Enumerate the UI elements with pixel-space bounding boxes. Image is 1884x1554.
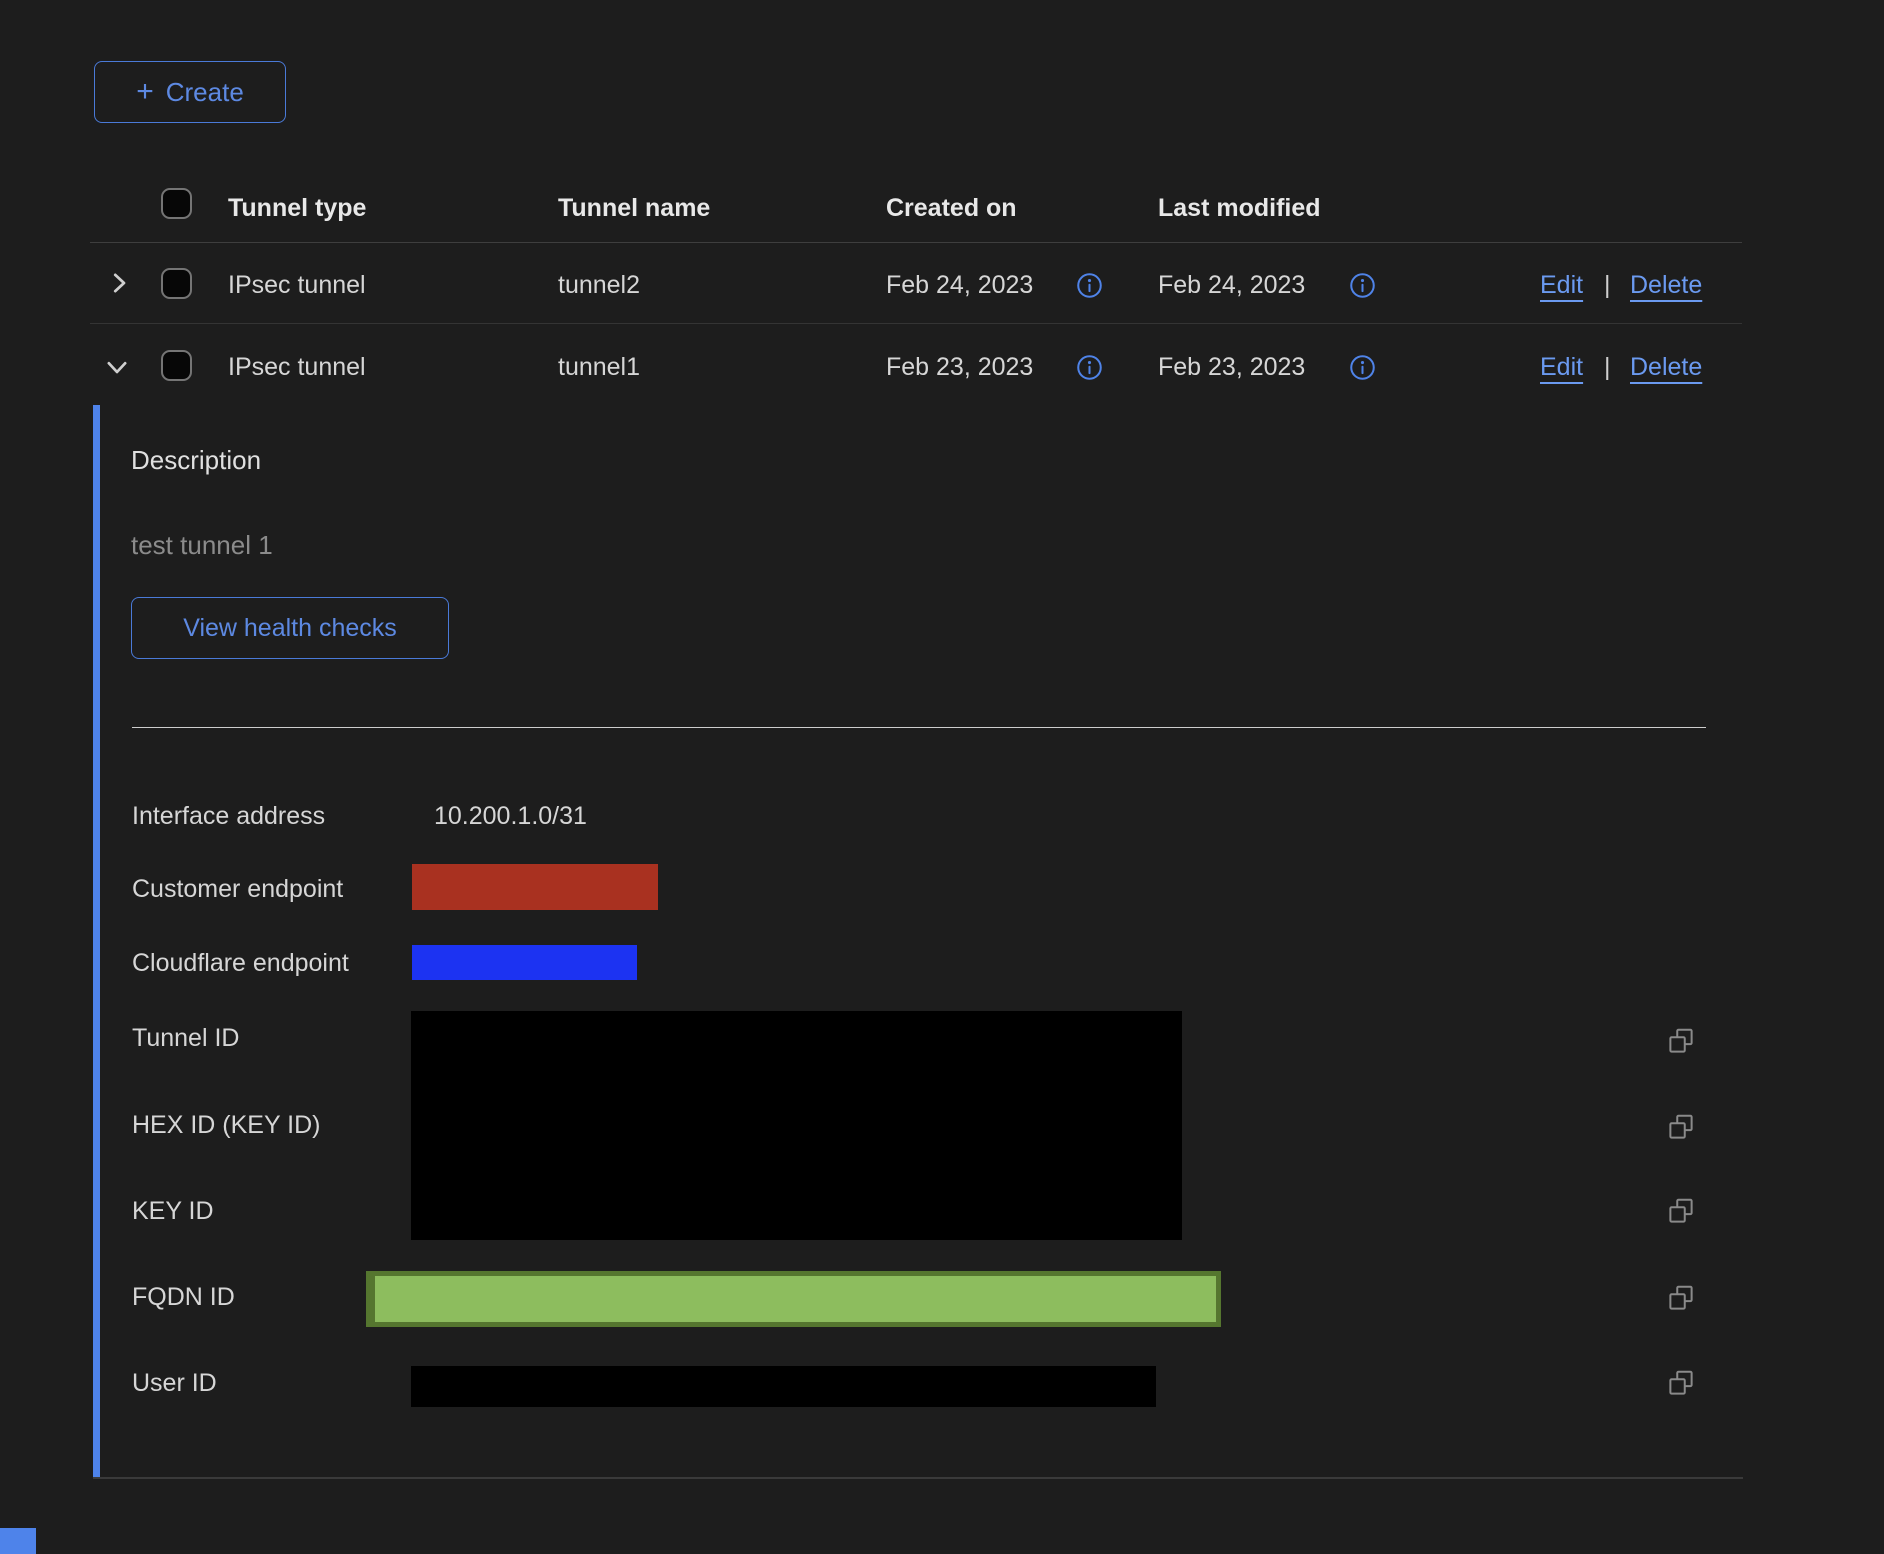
cloudflare-endpoint-label: Cloudflare endpoint [132,948,349,978]
detail-divider [132,727,1706,728]
delete-link[interactable]: Delete [1630,352,1702,382]
delete-link[interactable]: Delete [1630,270,1702,300]
info-icon[interactable] [1076,354,1103,381]
interface-address-label: Interface address [132,801,325,831]
header-divider [90,242,1742,243]
description-value: test tunnel 1 [131,529,273,561]
user-id-redaction [411,1366,1156,1407]
tunnel-name-cell: tunnel1 [558,352,640,382]
fqdn-id-redaction [366,1271,1221,1327]
chevron-down-icon[interactable] [102,352,132,382]
info-icon[interactable] [1349,272,1376,299]
fqdn-id-label: FQDN ID [132,1282,235,1312]
user-id-label: User ID [132,1368,217,1398]
tunnel-type-cell: IPsec tunnel [228,352,366,382]
tunnel-hex-key-id-redaction [411,1011,1182,1240]
tunnels-page: + Create Tunnel type Tunnel name Created… [0,0,1884,1554]
select-all-checkbox[interactable] [161,188,192,219]
tunnel-id-label: Tunnel ID [132,1023,239,1053]
view-health-checks-button[interactable]: View health checks [131,597,449,659]
copy-icon[interactable] [1666,1196,1696,1226]
copy-icon[interactable] [1666,1283,1696,1313]
chevron-right-icon[interactable] [104,268,134,298]
copy-icon[interactable] [1666,1368,1696,1398]
customer-endpoint-label: Customer endpoint [132,874,343,904]
column-header-tunnel-type: Tunnel type [228,193,366,223]
copy-icon[interactable] [1666,1026,1696,1056]
created-on-cell: Feb 23, 2023 [886,352,1033,382]
column-header-tunnel-name: Tunnel name [558,193,710,223]
customer-endpoint-redaction [412,864,658,910]
created-on-cell: Feb 24, 2023 [886,270,1033,300]
hex-id-label: HEX ID (KEY ID) [132,1110,320,1140]
column-header-last-modified: Last modified [1158,193,1321,223]
tunnel-name-cell: tunnel2 [558,270,640,300]
expanded-row-accent-bar [93,405,100,1477]
plus-icon: + [136,77,154,107]
table-bottom-divider [93,1477,1743,1479]
row-checkbox[interactable] [161,350,192,381]
last-modified-cell: Feb 24, 2023 [1158,270,1305,300]
row-divider [90,323,1742,324]
copy-icon[interactable] [1666,1112,1696,1142]
bottom-left-accent [0,1528,36,1554]
edit-link[interactable]: Edit [1540,270,1583,300]
column-header-created-on: Created on [886,193,1017,223]
row-checkbox[interactable] [161,268,192,299]
info-icon[interactable] [1076,272,1103,299]
info-icon[interactable] [1349,354,1376,381]
tunnel-type-cell: IPsec tunnel [228,270,366,300]
action-separator: | [1604,352,1611,382]
description-heading: Description [131,444,261,476]
create-button[interactable]: + Create [94,61,286,123]
cloudflare-endpoint-redaction [412,945,637,980]
edit-link[interactable]: Edit [1540,352,1583,382]
key-id-label: KEY ID [132,1196,214,1226]
interface-address-value: 10.200.1.0/31 [434,801,587,831]
action-separator: | [1604,270,1611,300]
create-button-label: Create [166,77,244,108]
last-modified-cell: Feb 23, 2023 [1158,352,1305,382]
